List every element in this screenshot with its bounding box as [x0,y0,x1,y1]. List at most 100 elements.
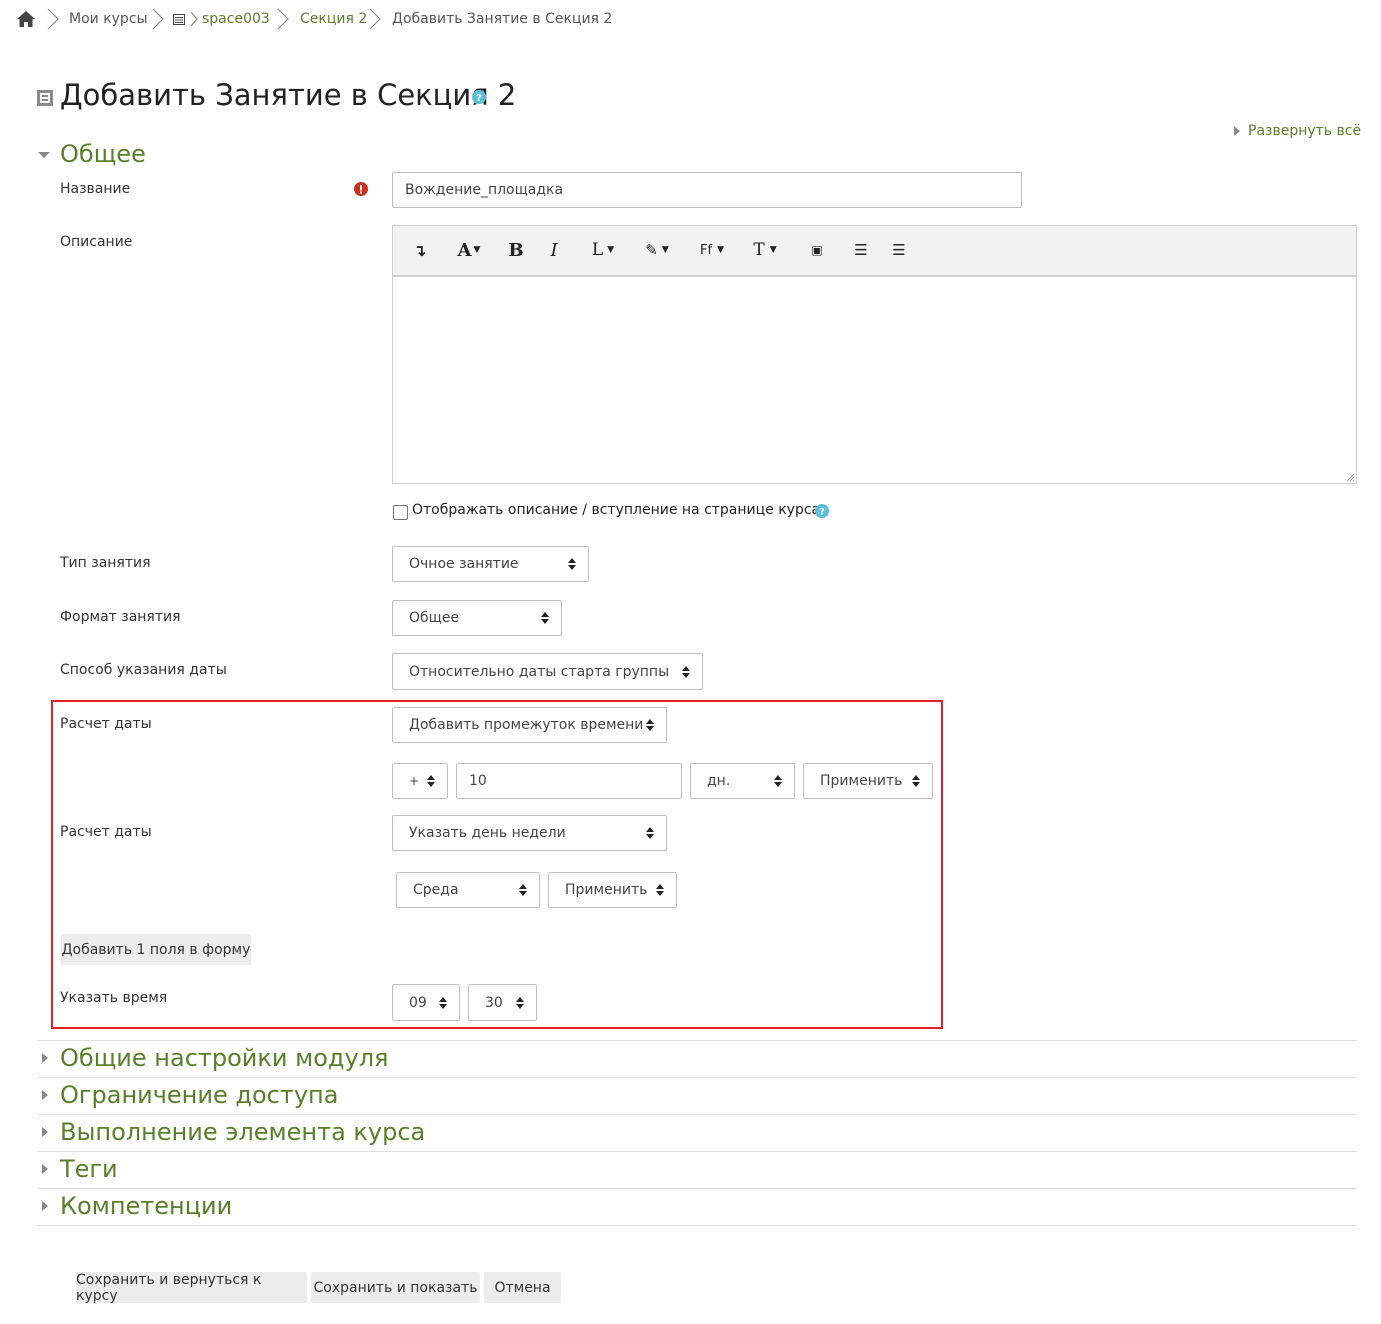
caret-down-icon [38,152,50,158]
caret-right-icon [42,1053,48,1063]
date-calc-1-value: Добавить промежуток времени [409,717,644,733]
time-label: Указать время [60,990,168,1006]
apply-1-value: Применить [820,773,903,789]
cancel-button[interactable]: Отмена [484,1272,561,1303]
select-arrows-icon [427,775,435,787]
section-general-header[interactable]: Общее [38,140,146,168]
font-size-icon[interactable]: T ▼ [748,238,782,262]
help-icon[interactable]: ? [815,504,829,518]
select-arrows-icon [682,665,690,678]
date-calc-1-label: Расчет даты [60,716,152,732]
date-calc-1-select[interactable]: Добавить промежуток времени [392,707,667,743]
caret-right-icon [42,1090,48,1100]
expand-all-link[interactable]: Развернуть всё [1234,123,1361,139]
select-arrows-icon [519,884,527,896]
section-general-title: Общее [60,140,146,168]
breadcrumb-separator [369,8,381,30]
lesson-format-select[interactable]: Общее [392,600,562,636]
sign-value: + [409,774,420,788]
select-arrows-icon [646,827,654,839]
resize-handle-icon[interactable] [1345,472,1355,482]
description-textarea[interactable] [392,276,1357,484]
section-divider [38,1225,1357,1226]
minute-select[interactable]: 30 [468,984,537,1021]
home-icon[interactable] [16,10,36,28]
help-icon[interactable]: ? [472,90,486,104]
amount-input[interactable]: 10 [456,763,682,799]
caret-right-icon [42,1201,48,1211]
section-competencies[interactable]: Компетенции [38,1188,1357,1225]
caret-right-icon [42,1164,48,1174]
add-field-button[interactable]: Добавить 1 поля в форму [61,934,251,965]
description-label: Описание [60,234,133,250]
breadcrumb-separator [190,11,198,27]
breadcrumb-separator [47,8,59,30]
link-icon[interactable]: L ▼ [586,238,620,262]
select-arrows-icon [646,719,654,731]
svg-text:?: ? [476,93,482,104]
italic-icon[interactable]: I [544,238,564,262]
show-description-checkbox[interactable] [393,505,408,520]
apply-2-value: Применить [565,882,648,898]
numbered-list-icon[interactable]: ☰ [888,238,910,262]
brush-icon[interactable]: ✎ ▼ [640,238,674,262]
font-color-icon[interactable]: A ▼ [452,238,486,262]
sign-select[interactable]: + [392,763,448,799]
activity-icon [37,90,53,106]
breadcrumb-current: Добавить Занятие в Секция 2 [392,11,613,27]
hour-value: 09 [409,994,427,1011]
select-arrows-icon [516,996,524,1009]
breadcrumb-separator [277,8,289,30]
lesson-type-label: Тип занятия [60,555,151,571]
section-title: Компетенции [60,1192,233,1220]
caret-right-icon [1234,126,1240,136]
lesson-format-value: Общее [409,610,460,626]
bullet-list-icon[interactable]: ☰ [850,238,872,262]
date-method-select[interactable]: Относительно даты старта группы [392,653,703,690]
date-calc-2-select[interactable]: Указать день недели [392,815,667,851]
name-input-value: Вождение_площадка [405,182,564,198]
font-family-icon[interactable]: Ff ▼ [696,238,728,262]
breadcrumb-course[interactable]: space003 [202,11,270,27]
amount-value: 10 [469,773,487,789]
date-calc-2-value: Указать день недели [409,825,566,841]
unit-select[interactable]: дн. [690,763,795,799]
date-method-label: Способ указания даты [60,662,227,678]
minute-value: 30 [485,994,503,1011]
unit-value: дн. [707,773,731,789]
section-tags[interactable]: Теги [38,1151,1357,1188]
section-title: Общие настройки модуля [60,1044,389,1072]
weekday-select[interactable]: Среда [396,872,540,908]
select-arrows-icon [541,612,549,624]
paragraph-icon[interactable]: ↴ [410,238,430,262]
save-return-button[interactable]: Сохранить и вернуться к курсу [76,1272,307,1304]
section-title: Выполнение элемента курса [60,1118,426,1146]
section-title: Теги [60,1155,118,1183]
course-icon [173,14,185,25]
lesson-type-select[interactable]: Очное занятие [392,546,589,582]
breadcrumb-separator [152,8,164,30]
section-module-settings[interactable]: Общие настройки модуля [38,1040,1357,1077]
weekday-value: Среда [413,882,459,898]
date-method-value: Относительно даты старта группы [409,663,670,680]
highlight-box [51,700,943,1029]
apply-2-select[interactable]: Применить [548,872,677,908]
select-arrows-icon [656,884,664,896]
save-show-button[interactable]: Сохранить и показать [311,1272,480,1303]
breadcrumb-my-courses[interactable]: Мои курсы [69,11,148,27]
expand-all-label: Развернуть всё [1248,123,1362,139]
show-description-label: Отображать описание / вступление на стра… [412,502,821,518]
bold-icon[interactable]: B [506,238,526,262]
apply-1-select[interactable]: Применить [803,763,933,799]
select-arrows-icon [774,775,782,787]
media-icon[interactable]: ▣ [806,238,828,262]
section-completion[interactable]: Выполнение элемента курса [38,1114,1357,1151]
section-access-restriction[interactable]: Ограничение доступа [38,1077,1357,1114]
name-label: Название [60,181,131,197]
required-icon [354,182,368,196]
hour-select[interactable]: 09 [392,984,460,1021]
breadcrumb-section[interactable]: Секция 2 [300,11,367,27]
lesson-format-label: Формат занятия [60,609,181,625]
lesson-type-value: Очное занятие [409,556,519,572]
name-input[interactable]: Вождение_площадка [392,172,1022,208]
